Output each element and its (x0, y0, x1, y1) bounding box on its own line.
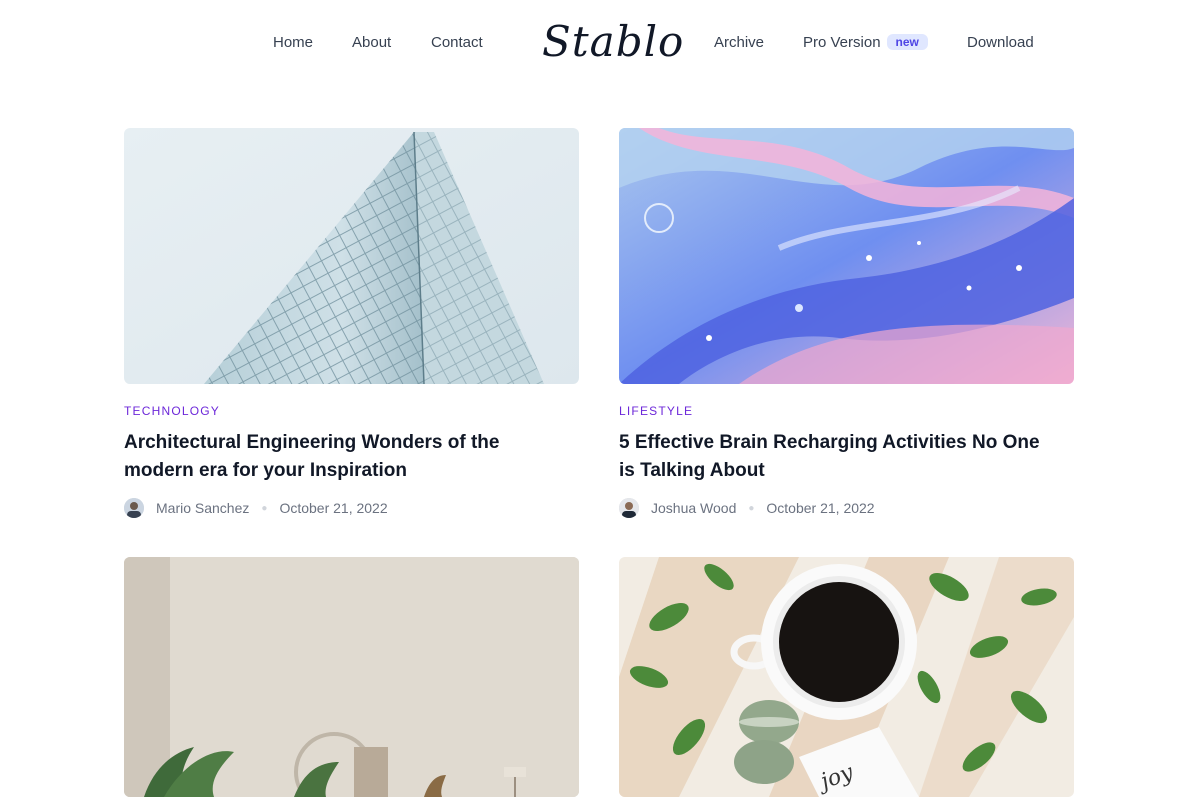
nav-pro-version-link[interactable]: Pro Version new (803, 34, 928, 51)
post-date: October 21, 2022 (279, 500, 388, 516)
post-category[interactable]: LIFESTYLE (619, 404, 693, 418)
post-meta: Joshua Wood ● October 21, 2022 (619, 497, 875, 519)
nav-home-link[interactable]: Home (273, 34, 313, 51)
living-room-image (124, 557, 579, 797)
site-header: Home About Contact Stablo Archive Pro Ve… (0, 0, 1200, 86)
post-category[interactable]: TECHNOLOGY (124, 404, 220, 418)
coffee-image: joy (619, 557, 1074, 797)
post-date: October 21, 2022 (766, 500, 875, 516)
meta-separator: ● (748, 502, 755, 514)
post-thumbnail-living-room[interactable] (124, 557, 579, 797)
post-thumbnail-fluid-art[interactable] (619, 128, 1074, 384)
pro-version-label: Pro Version (803, 34, 881, 51)
fluid-art-image (619, 128, 1074, 384)
nav-about-link[interactable]: About (352, 34, 391, 51)
post-title[interactable]: Architectural Engineering Wonders of the… (124, 429, 564, 485)
author-name[interactable]: Joshua Wood (651, 500, 736, 516)
building-image (124, 128, 579, 384)
post-meta: Mario Sanchez ● October 21, 2022 (124, 497, 388, 519)
post-title[interactable]: 5 Effective Brain Recharging Activities … (619, 429, 1059, 485)
meta-separator: ● (261, 502, 268, 514)
nav-download-link[interactable]: Download (967, 34, 1034, 51)
new-badge: new (886, 34, 928, 50)
post-thumbnail-building[interactable] (124, 128, 579, 384)
post-thumbnail-coffee[interactable]: joy (619, 557, 1074, 797)
author-name[interactable]: Mario Sanchez (156, 500, 249, 516)
nav-archive-link[interactable]: Archive (714, 34, 764, 51)
site-logo[interactable]: Stablo (542, 12, 683, 72)
nav-contact-link[interactable]: Contact (431, 34, 483, 51)
author-avatar[interactable] (124, 498, 144, 518)
author-avatar[interactable] (619, 498, 639, 518)
